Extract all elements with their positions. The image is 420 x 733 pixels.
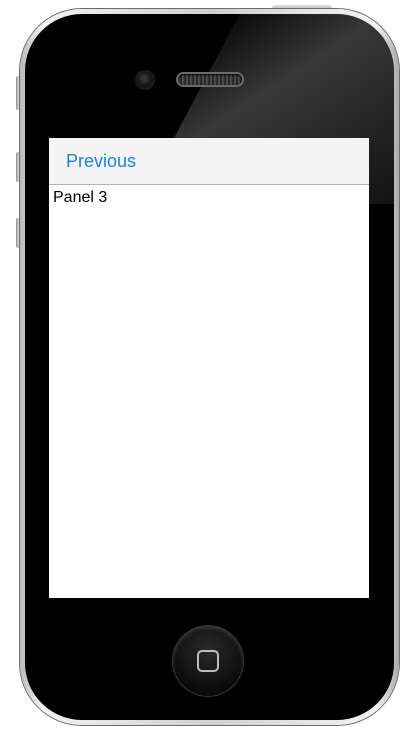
previous-button[interactable]: Previous [66,151,136,172]
device-stage: Previous Panel 3 [0,0,420,733]
navigation-bar: Previous [49,138,369,185]
app-screen: Previous Panel 3 [49,138,369,598]
front-camera-icon [137,72,153,88]
phone-frame: Previous Panel 3 [20,9,399,725]
home-button[interactable] [173,626,243,696]
phone-body: Previous Panel 3 [25,14,394,720]
panel-title: Panel 3 [53,189,108,206]
home-button-icon [197,650,219,672]
earpiece-speaker-icon [178,74,242,85]
